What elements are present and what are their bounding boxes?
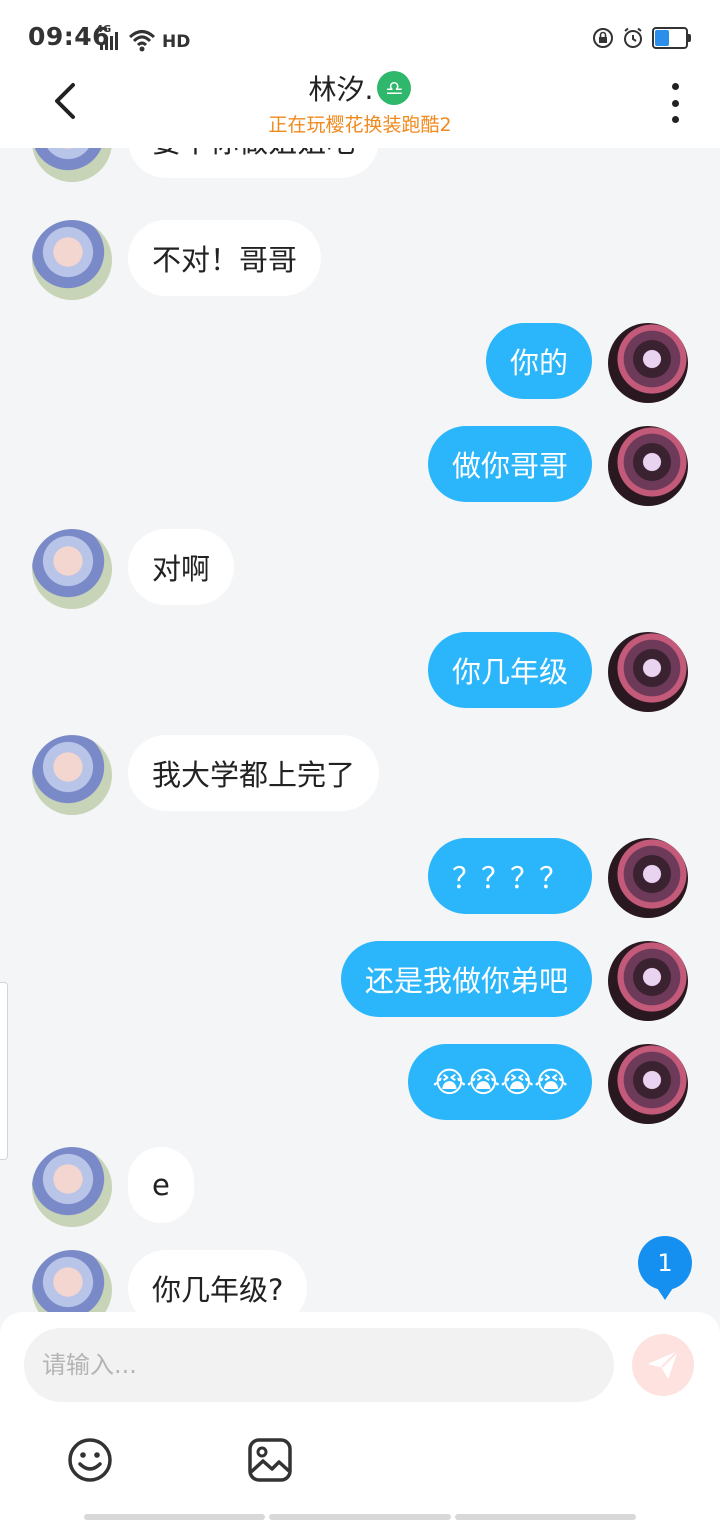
incoming-message: 你几年级? <box>0 1250 720 1312</box>
lock-rotation-icon <box>592 27 614 49</box>
contact-avatar[interactable] <box>32 529 112 609</box>
chat-title-area[interactable]: 林汐. ♎ 正在玩樱花换装跑酷2 <box>160 68 560 137</box>
alarm-icon <box>622 27 644 49</box>
message-bubble[interactable]: 😭😭😭😭 <box>408 1044 592 1120</box>
outgoing-message: 😭😭😭😭 <box>0 1044 720 1126</box>
chat-header: 林汐. ♎ 正在玩樱花换装跑酷2 <box>0 58 720 148</box>
message-bubble[interactable]: e <box>128 1147 194 1223</box>
composer <box>0 1312 720 1520</box>
contact-avatar[interactable] <box>32 1147 112 1227</box>
my-avatar[interactable] <box>608 838 688 918</box>
contact-status: 正在玩樱花换装跑酷2 <box>268 114 452 136</box>
message-bubble[interactable]: ？？？？ <box>427 838 592 914</box>
message-bubble[interactable]: 你几年级? <box>128 1250 308 1312</box>
emoji-button[interactable] <box>66 1436 114 1484</box>
more-vertical-icon <box>671 83 679 90</box>
hd-icon: HD <box>162 32 191 52</box>
zodiac-icon: ♎ <box>377 71 412 105</box>
status-right-icons <box>592 24 692 52</box>
message-bubble[interactable]: 你几年级 <box>427 632 592 708</box>
my-avatar[interactable] <box>608 323 688 403</box>
message-bubble[interactable]: 要不你做姐姐吧 <box>128 148 380 178</box>
message-bubble[interactable]: 不对！哥哥 <box>128 220 322 296</box>
contact-avatar[interactable] <box>32 148 112 182</box>
send-button[interactable] <box>632 1334 694 1396</box>
message-input[interactable] <box>24 1328 614 1402</box>
status-left-icons: 4G HD <box>96 22 190 52</box>
contact-avatar[interactable] <box>32 1250 112 1312</box>
my-avatar[interactable] <box>608 1044 688 1124</box>
unread-count-badge[interactable]: 1 <box>638 1236 692 1300</box>
message-bubble[interactable]: 我大学都上完了 <box>128 735 380 811</box>
contact-name: 林汐. <box>308 73 374 106</box>
message-bubble[interactable]: 还是我做你弟吧 <box>340 941 592 1017</box>
incoming-message: 要不你做姐姐吧 <box>0 148 720 184</box>
outgoing-message: 你几年级 <box>0 632 720 714</box>
incoming-message: 不对！哥哥 <box>0 220 720 302</box>
back-button[interactable] <box>40 76 90 126</box>
image-button[interactable] <box>246 1436 294 1484</box>
outgoing-message: 做你哥哥 <box>0 426 720 508</box>
more-options-button[interactable] <box>660 78 690 128</box>
outgoing-message: 你的 <box>0 323 720 405</box>
contact-avatar[interactable] <box>32 735 112 815</box>
message-bubble[interactable]: 做你哥哥 <box>427 426 592 502</box>
outgoing-message: 还是我做你弟吧 <box>0 941 720 1023</box>
send-icon <box>648 1351 678 1379</box>
battery-icon <box>652 27 692 49</box>
my-avatar[interactable] <box>608 941 688 1021</box>
message-bubble[interactable]: 你的 <box>485 323 592 399</box>
message-bubble[interactable]: 对啊 <box>128 529 235 605</box>
bottom-divider <box>84 1514 636 1520</box>
message-list[interactable]: 要不你做姐姐吧不对！哥哥你的做你哥哥对啊你几年级我大学都上完了 ？？？？ 还是我做你… <box>0 148 720 1312</box>
contact-avatar[interactable] <box>32 220 112 300</box>
my-avatar[interactable] <box>608 632 688 712</box>
wifi-icon <box>128 28 156 52</box>
incoming-message: e <box>0 1147 720 1229</box>
outgoing-message: ？？？？ <box>0 838 720 920</box>
image-icon <box>248 1438 292 1482</box>
side-drawer-handle[interactable] <box>0 982 8 1160</box>
my-avatar[interactable] <box>608 426 688 506</box>
chevron-left-icon <box>55 83 75 119</box>
incoming-message: 我大学都上完了 <box>0 735 720 817</box>
incoming-message: 对啊 <box>0 529 720 611</box>
signal-icon: 4G <box>96 24 122 52</box>
emoji-icon <box>68 1438 112 1482</box>
